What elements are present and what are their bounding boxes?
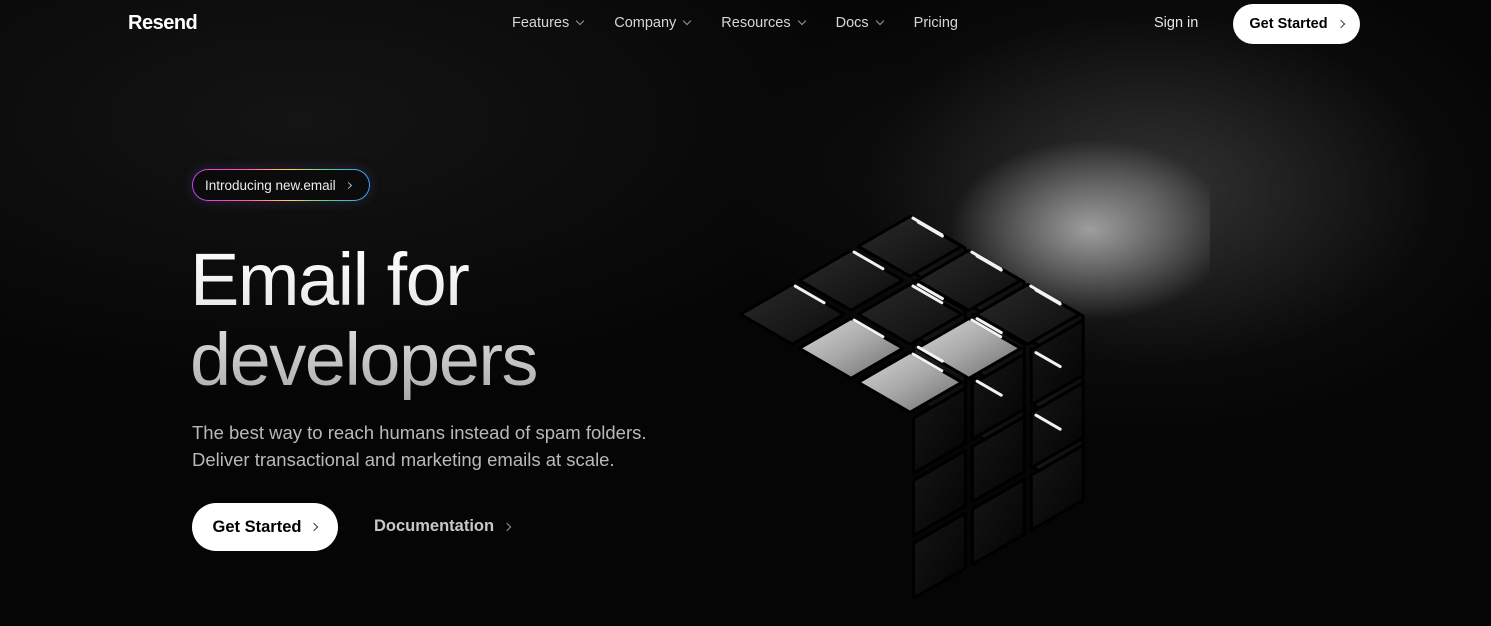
pill-label: Introducing new.email [205,177,336,193]
chevron-down-icon [797,16,806,26]
nav-item-docs[interactable]: Docs [835,15,884,31]
chevron-down-icon [875,16,884,26]
nav-item-company[interactable]: Company [614,15,692,31]
announcement-pill[interactable]: Introducing new.email [192,169,370,201]
hero-headline: Email for developers [190,240,537,400]
subheading-line-2: Deliver transactional and marketing emai… [192,449,615,470]
chevron-right-icon [344,181,352,189]
landing-page: Resend Features Company Resources Docs P… [0,0,1491,626]
chevron-right-icon [1336,19,1345,29]
nav-item-label: Features [512,15,570,31]
hero-subheading: The best way to reach humans instead of … [192,419,647,473]
link-label: Documentation [374,517,495,535]
subheading-line-1: The best way to reach humans instead of … [192,422,647,443]
documentation-link[interactable]: Documentation [374,517,512,536]
chevron-down-icon [575,16,585,26]
chevron-right-icon [310,522,319,532]
nav-item-label: Company [614,15,677,31]
nav-item-label: Resources [721,15,791,31]
headline-line-1: Email for [190,238,469,321]
nav-item-label: Docs [835,15,869,31]
nav-get-started-button[interactable]: Get Started [1233,4,1360,44]
nav-item-label: Pricing [913,15,958,31]
nav-item-features[interactable]: Features [512,15,585,31]
logo[interactable]: Resend [128,12,198,35]
chevron-down-icon [683,16,692,26]
sign-in-link[interactable]: Sign in [1154,15,1198,31]
headline-line-2: developers [190,318,538,401]
nav-links: Features Company Resources Docs Pricing [512,15,989,31]
nav-item-resources[interactable]: Resources [721,15,806,31]
nav-item-pricing[interactable]: Pricing [914,15,958,31]
cube-icon [738,140,1210,600]
button-label: Get Started [1249,16,1328,32]
button-label: Get Started [212,517,302,536]
chevron-right-icon [502,522,512,531]
top-nav: Resend Features Company Resources Docs P… [0,0,1491,50]
hero-get-started-button[interactable]: Get Started [192,503,338,551]
